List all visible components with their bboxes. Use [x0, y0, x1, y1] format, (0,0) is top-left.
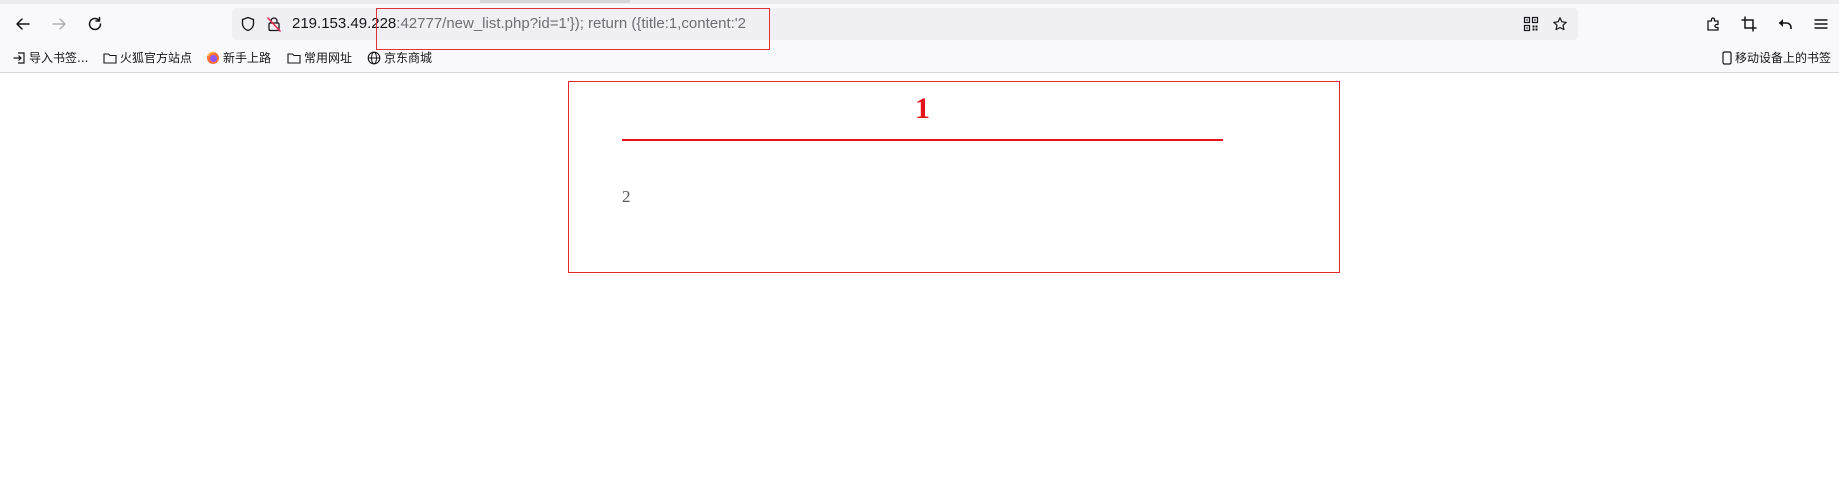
bookmark-label: 新手上路 — [223, 51, 272, 65]
bookmark-getting-started[interactable]: 新手上路 — [206, 49, 271, 66]
url-host: 219.153.49.228 — [292, 15, 397, 32]
firefox-icon — [206, 51, 220, 65]
bookmark-firefox-official[interactable]: 火狐官方站点 — [103, 49, 192, 66]
bookmark-common-sites[interactable]: 常用网址 — [287, 49, 352, 66]
bookmark-mobile[interactable]: 移动设备上的书签 — [1722, 49, 1831, 66]
mobile-icon — [1722, 50, 1732, 65]
reload-icon — [88, 16, 102, 31]
bookmark-jd-mall[interactable]: 京东商城 — [367, 49, 432, 66]
screenshot-button[interactable] — [1735, 10, 1763, 38]
extensions-icon — [1707, 17, 1719, 31]
bookmark-label: 火狐官方站点 — [120, 51, 193, 65]
page-title: 1 — [915, 92, 930, 125]
bookmark-star-icon[interactable] — [1552, 16, 1568, 32]
page-content: 2 — [622, 187, 631, 206]
tracking-shield-icon[interactable] — [240, 16, 256, 32]
back-arrow-icon — [16, 18, 30, 30]
back-button[interactable] — [9, 10, 37, 38]
extensions-button[interactable] — [1699, 10, 1727, 38]
undo-icon — [1779, 19, 1792, 29]
crop-icon — [1741, 16, 1757, 32]
bookmark-label: 京东商城 — [384, 51, 433, 65]
tab-strip — [0, 0, 1839, 4]
browser-toolbar: 219.153.49.228:42777/new_list.php?id=1'}… — [0, 0, 1839, 73]
hamburger-menu-icon — [1814, 19, 1828, 29]
bookmark-label: 移动设备上的书签 — [1735, 51, 1832, 65]
folder-icon — [103, 51, 117, 65]
globe-icon — [367, 51, 381, 65]
forward-arrow-icon — [52, 18, 66, 30]
bookmark-label: 导入书签... — [29, 51, 89, 65]
bookmark-label: 常用网址 — [304, 51, 353, 65]
folder-icon — [287, 51, 301, 65]
bookmarks-toolbar: 导入书签... 火狐官方站点 新手上路 常用网址 京东商城 移动设备上的书签 — [0, 46, 1839, 70]
undo-button[interactable] — [1771, 10, 1799, 38]
url-text[interactable]: 219.153.49.228:42777/new_list.php?id=1'}… — [292, 15, 746, 33]
reload-button[interactable] — [81, 10, 109, 38]
app-menu-button[interactable] — [1807, 10, 1835, 38]
url-bar[interactable]: 219.153.49.228:42777/new_list.php?id=1'}… — [232, 8, 1578, 40]
title-divider — [622, 139, 1223, 141]
forward-button[interactable] — [45, 10, 73, 38]
url-path: :42777/new_list.php?id=1'}); return ({ti… — [396, 15, 746, 32]
insecure-lock-icon[interactable] — [266, 16, 282, 32]
bookmark-import[interactable]: 导入书签... — [12, 49, 88, 66]
tab-indicator — [480, 0, 630, 3]
import-icon — [12, 51, 26, 65]
qr-code-icon[interactable] — [1523, 16, 1539, 32]
